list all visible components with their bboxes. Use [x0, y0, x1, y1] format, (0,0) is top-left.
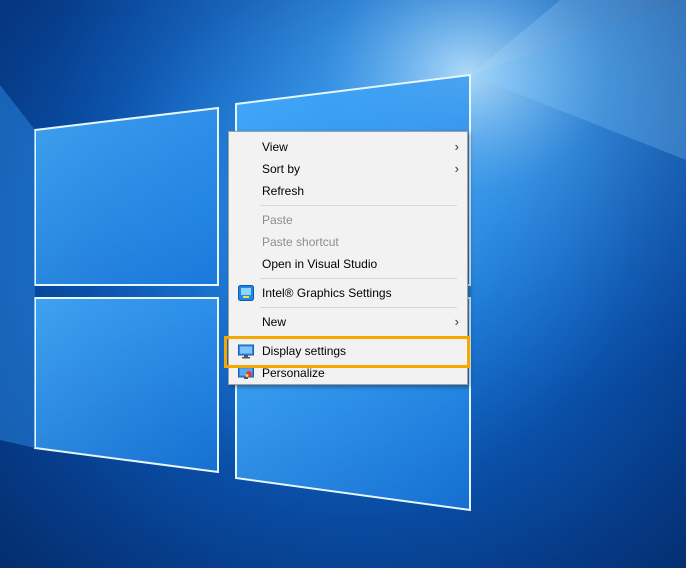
menu-item-new[interactable]: New › [229, 311, 467, 333]
menu-item-open-in-visual-studio[interactable]: Open in Visual Studio [229, 253, 467, 275]
menu-item-view-label: View [262, 140, 288, 154]
wallpaper-pane-top-left [34, 106, 219, 286]
submenu-arrow-icon: › [454, 314, 459, 329]
menu-item-paste-shortcut-label: Paste shortcut [262, 235, 339, 249]
submenu-arrow-icon: › [454, 161, 459, 176]
menu-item-refresh-label: Refresh [262, 184, 305, 198]
menu-item-paste[interactable]: Paste [229, 209, 467, 231]
menu-item-paste-label: Paste [262, 213, 293, 227]
menu-item-open-in-visual-studio-label: Open in Visual Studio [262, 257, 378, 271]
menu-item-sort-by[interactable]: Sort by › [229, 158, 467, 180]
menu-separator [260, 205, 457, 206]
menu-item-new-label: New [262, 315, 287, 329]
menu-item-sort-by-label: Sort by [262, 162, 301, 176]
menu-item-personalize-label: Personalize [262, 366, 325, 380]
menu-separator [260, 307, 457, 308]
menu-item-paste-shortcut[interactable]: Paste shortcut [229, 231, 467, 253]
submenu-arrow-icon: › [454, 139, 459, 154]
intel-graphics-icon [238, 285, 254, 301]
highlight-box [224, 336, 470, 368]
menu-item-intel-graphics-settings-label: Intel® Graphics Settings [262, 286, 392, 300]
wallpaper-pane-bottom-left [34, 297, 219, 474]
menu-separator [260, 278, 457, 279]
menu-item-refresh[interactable]: Refresh [229, 180, 467, 202]
menu-item-intel-graphics-settings[interactable]: Intel® Graphics Settings [229, 282, 467, 304]
menu-item-view[interactable]: View › [229, 136, 467, 158]
